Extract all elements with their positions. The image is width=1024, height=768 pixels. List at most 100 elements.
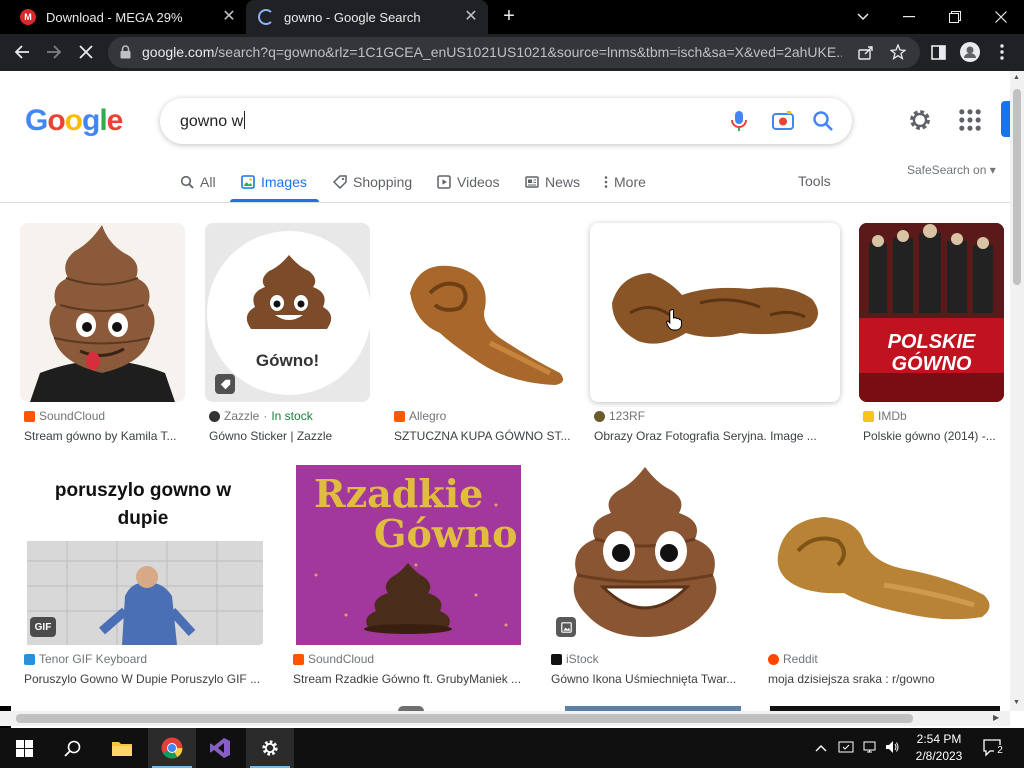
- result-thumbnail[interactable]: [590, 223, 840, 402]
- restore-button[interactable]: [932, 0, 978, 34]
- side-panel-button[interactable]: [924, 38, 952, 66]
- result-caption[interactable]: Gówno Sticker | Zazzle: [209, 429, 371, 443]
- result-source[interactable]: Zazzle · In stock: [209, 409, 313, 423]
- result-thumbnail[interactable]: Rzadkie Gówno: [296, 465, 521, 645]
- result-thumbnail[interactable]: poruszylo gowno w dupie GIF: [20, 465, 266, 645]
- minimize-icon: [903, 16, 915, 18]
- tab-shopping[interactable]: Shopping: [333, 172, 412, 192]
- result-caption[interactable]: Stream Rzadkie Gówno ft. GrubyManiek ...: [293, 672, 525, 686]
- scroll-right-arrow-icon[interactable]: ▶: [993, 713, 999, 722]
- tab-videos[interactable]: Videos: [437, 172, 500, 192]
- start-button[interactable]: [0, 728, 48, 768]
- microphone-icon[interactable]: [726, 108, 752, 134]
- clock-date: 2/8/2023: [915, 749, 963, 763]
- system-clock[interactable]: 2:54 PM 2/8/2023: [907, 731, 971, 765]
- result-thumbnail[interactable]: POLSKIE GÓWNO: [859, 223, 1004, 402]
- search-box[interactable]: gowno w: [160, 98, 852, 144]
- result-source[interactable]: IMDb: [863, 409, 907, 423]
- tab-more[interactable]: More: [604, 172, 646, 192]
- source-name: SoundCloud: [308, 652, 375, 666]
- imdb-icon: [863, 410, 874, 422]
- image-result[interactable]: Reddit moja dzisiejsza sraka : r/gowno: [764, 465, 1004, 687]
- security-warning-icon[interactable]: [838, 739, 854, 758]
- notification-center-button[interactable]: 2: [982, 737, 1006, 760]
- result-source[interactable]: Reddit: [768, 652, 818, 666]
- result-caption[interactable]: Polskie gówno (2014) -...: [863, 429, 1003, 443]
- minimize-button[interactable]: [886, 0, 932, 34]
- result-thumbnail[interactable]: Gówno!: [205, 223, 370, 402]
- image-result[interactable]: Rzadkie Gówno SoundCloud Stream Rzadkie …: [289, 465, 521, 687]
- safesearch-label: SafeSearch on: [907, 163, 987, 177]
- vertical-scrollbar[interactable]: ▲ ▼: [1010, 71, 1024, 711]
- profile-button[interactable]: [956, 38, 984, 66]
- tab-news[interactable]: News: [525, 172, 580, 192]
- back-button[interactable]: [8, 38, 36, 66]
- tab-mega-download[interactable]: M Download - MEGA 29% ✕: [8, 0, 246, 34]
- tab-all[interactable]: All: [180, 172, 216, 192]
- stop-loading-button[interactable]: [72, 38, 100, 66]
- avatar-icon: [960, 42, 980, 62]
- bookmark-star-icon[interactable]: [890, 44, 906, 60]
- result-source[interactable]: SoundCloud: [24, 409, 105, 423]
- result-source[interactable]: Tenor GIF Keyboard: [24, 652, 147, 666]
- result-thumbnail[interactable]: [20, 223, 185, 402]
- camera-lens-icon[interactable]: [770, 108, 796, 134]
- result-caption[interactable]: Gówno Ikona Uśmiechnięta Twar...: [551, 672, 743, 686]
- close-icon: [79, 45, 93, 59]
- settings-taskbar-button[interactable]: [246, 728, 294, 768]
- source-name: Zazzle: [224, 409, 260, 423]
- show-hidden-icons-chevron-up-icon[interactable]: [815, 740, 827, 755]
- google-logo[interactable]: Google: [25, 104, 123, 138]
- forward-button[interactable]: [40, 38, 68, 66]
- tab-label: News: [545, 174, 581, 190]
- horizontal-scroll-thumb[interactable]: [16, 714, 913, 723]
- result-caption[interactable]: Poruszylo Gowno W Dupie Poruszylo GIF ..…: [24, 672, 266, 686]
- search-button[interactable]: [48, 728, 96, 768]
- tab-google-search[interactable]: gowno - Google Search ✕: [246, 0, 488, 34]
- new-tab-button[interactable]: +: [498, 6, 520, 28]
- tab-search-button[interactable]: [840, 0, 886, 34]
- close-tab-icon[interactable]: ✕: [462, 8, 480, 26]
- image-result[interactable]: poruszylo gowno w dupie GIF Tenor GIF Ke…: [20, 465, 266, 687]
- result-thumbnail[interactable]: [547, 465, 743, 645]
- google-apps-icon[interactable]: [956, 106, 984, 134]
- network-icon[interactable]: [862, 739, 878, 758]
- tools-button[interactable]: Tools: [798, 173, 831, 189]
- horizontal-scrollbar[interactable]: ▶: [0, 711, 1010, 726]
- file-explorer-button[interactable]: [98, 728, 146, 768]
- image-result[interactable]: iStock Gówno Ikona Uśmiechnięta Twar...: [547, 465, 743, 687]
- image-result[interactable]: SoundCloud Stream gówno by Kamila T...: [20, 223, 185, 445]
- chrome-menu-button[interactable]: [988, 38, 1016, 66]
- vertical-scroll-thumb[interactable]: [1013, 89, 1021, 285]
- search-icon[interactable]: [810, 108, 836, 134]
- result-source[interactable]: 123RF: [594, 409, 645, 423]
- result-caption[interactable]: moja dzisiejsza sraka : r/gowno: [768, 672, 1004, 686]
- result-caption[interactable]: Obrazy Oraz Fotografia Seryjna. Image ..…: [594, 429, 839, 443]
- close-window-button[interactable]: [978, 0, 1024, 34]
- result-thumbnail[interactable]: [764, 465, 1004, 645]
- visual-studio-button[interactable]: [196, 728, 244, 768]
- image-result[interactable]: Gówno! Zazzle · In stock Gówno Sticker |…: [205, 223, 370, 445]
- result-source[interactable]: iStock: [551, 652, 599, 666]
- close-tab-icon[interactable]: ✕: [220, 8, 238, 26]
- share-icon[interactable]: [858, 45, 874, 60]
- tab-images[interactable]: Images: [241, 172, 307, 192]
- logo-letter: g: [82, 104, 100, 137]
- chrome-taskbar-button[interactable]: [148, 728, 196, 768]
- result-source[interactable]: SoundCloud: [293, 652, 374, 666]
- gear-icon[interactable]: [906, 106, 934, 134]
- safesearch-dropdown[interactable]: SafeSearch on ▾: [907, 163, 996, 177]
- result-source[interactable]: Allegro: [394, 409, 446, 423]
- scroll-down-arrow-icon[interactable]: ▼: [1013, 699, 1020, 706]
- image-result[interactable]: 123RF Obrazy Oraz Fotografia Seryjna. Im…: [590, 223, 840, 445]
- result-caption[interactable]: Stream gówno by Kamila T...: [24, 429, 186, 443]
- art-title-line2: Gówno: [374, 511, 518, 556]
- image-result[interactable]: Allegro SZTUCZNA KUPA GÓWNO ST...: [390, 223, 570, 445]
- volume-icon[interactable]: [884, 739, 900, 758]
- scroll-up-arrow-icon[interactable]: ▲: [1013, 74, 1020, 81]
- result-thumbnail[interactable]: [390, 223, 570, 402]
- address-bar[interactable]: google.com/search?q=gowno&rlz=1C1GCEA_en…: [108, 37, 920, 68]
- image-result[interactable]: POLSKIE GÓWNO IMDb Polskie gówno (2014) …: [859, 223, 1004, 445]
- search-input[interactable]: gowno w: [180, 111, 245, 131]
- result-caption[interactable]: SZTUCZNA KUPA GÓWNO ST...: [394, 429, 571, 443]
